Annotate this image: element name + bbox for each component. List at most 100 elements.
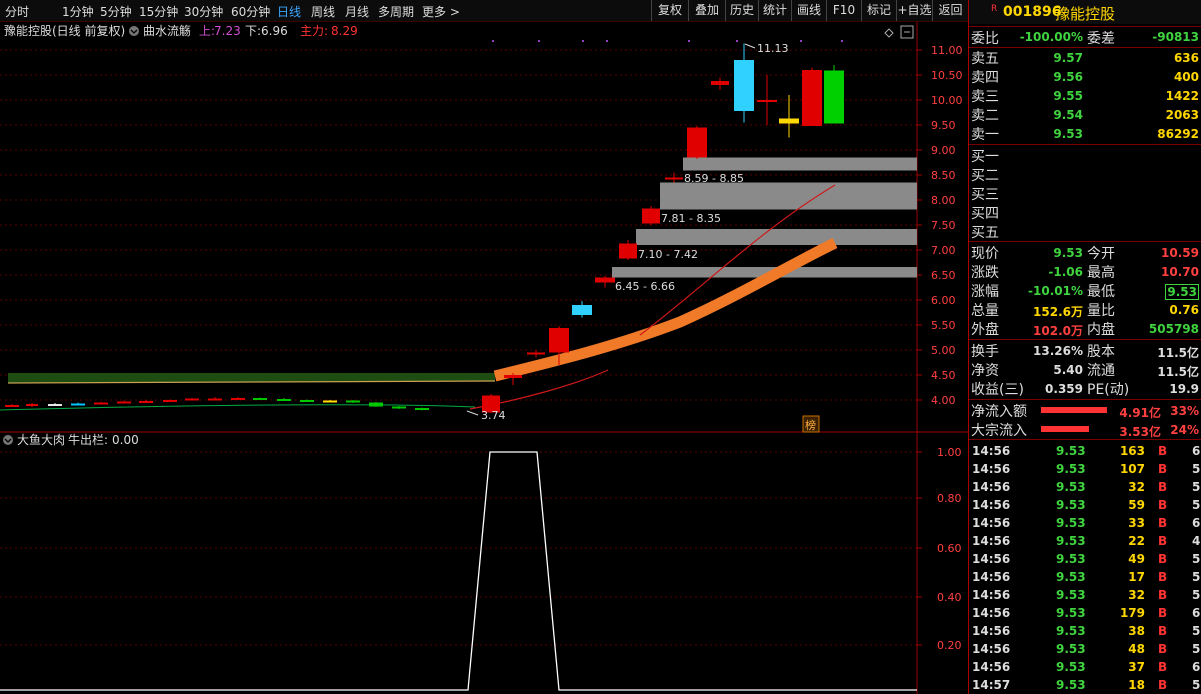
- tick-row[interactable]: 14:56 9.53 49 B 5: [969, 550, 1201, 568]
- orange-trend-band: [493, 238, 838, 382]
- price-tick-label: 9.00: [931, 144, 956, 157]
- indicator-name[interactable]: 曲水流觞: [143, 24, 191, 38]
- tick-row[interactable]: 14:56 9.53 32 B 5: [969, 586, 1201, 604]
- tick-row[interactable]: 14:56 9.53 32 B 5: [969, 478, 1201, 496]
- stat2-label: 换手: [971, 344, 999, 360]
- candles: [5, 43, 844, 413]
- history-button[interactable]: 历史: [725, 0, 758, 21]
- tick-row[interactable]: 14:57 9.53 18 B 5: [969, 676, 1201, 694]
- candle-body: [117, 401, 131, 404]
- fuquan-button[interactable]: 复权: [651, 0, 688, 21]
- ask-volume: 1422: [1165, 89, 1199, 103]
- tick-volume: 22: [1128, 534, 1145, 548]
- period-tab-30min[interactable]: 30分钟: [184, 3, 223, 20]
- price-tick-label: 10.00: [931, 94, 963, 107]
- tick-count: 5: [1192, 570, 1201, 584]
- tick-count: 5: [1192, 678, 1201, 692]
- up-value: 7.23: [214, 24, 241, 38]
- tick-count: 5: [1192, 642, 1201, 656]
- back-button[interactable]: 返回: [932, 0, 968, 21]
- indicator-dropdown-icon[interactable]: [129, 26, 139, 36]
- period-tab-15min[interactable]: 15分钟: [139, 3, 178, 20]
- zone-label: 8.59 - 8.85: [684, 172, 744, 185]
- draw-button[interactable]: 画线: [791, 0, 826, 21]
- flow-label: 净流入额: [971, 404, 1027, 420]
- tick-row[interactable]: 14:56 9.53 22 B 4: [969, 532, 1201, 550]
- tick-price: 9.53: [1056, 534, 1086, 548]
- stat2-value: 11.5亿: [1157, 365, 1199, 379]
- stat-value: 10.59: [1161, 246, 1199, 260]
- tick-time: 14:56: [972, 570, 1011, 584]
- candle-body: [802, 70, 822, 126]
- candle-body: [549, 328, 569, 353]
- tick-row[interactable]: 14:56 9.53 37 B 6: [969, 658, 1201, 676]
- candle-body: [415, 408, 429, 410]
- ask-label: 卖四: [971, 70, 999, 86]
- tick-row[interactable]: 14:56 9.53 33 B 6: [969, 514, 1201, 532]
- tick-side: B: [1158, 588, 1168, 602]
- tick-count: 5: [1192, 480, 1201, 494]
- tick-count: 6: [1192, 606, 1201, 620]
- webi-value: -100.00%: [1019, 30, 1083, 44]
- period-tab-fenshi[interactable]: 分时: [5, 3, 29, 20]
- tick-row[interactable]: 14:56 9.53 38 B 5: [969, 622, 1201, 640]
- stat-value: 10.70: [1161, 265, 1199, 279]
- period-tab-monthly[interactable]: 月线: [345, 3, 369, 20]
- sub-indicator-dropdown-icon[interactable]: [3, 435, 13, 445]
- mark-button[interactable]: 标记: [861, 0, 896, 21]
- resistance-zone: [660, 182, 917, 210]
- tick-price: 9.53: [1056, 660, 1086, 674]
- period-tab-multi[interactable]: 多周期: [378, 3, 414, 20]
- tick-side: B: [1158, 570, 1168, 584]
- price-tick-label: 8.50: [931, 169, 956, 182]
- overlay-button[interactable]: 叠加: [688, 0, 725, 21]
- stats-button[interactable]: 统计: [758, 0, 791, 21]
- candle-body: [253, 398, 267, 400]
- period-tab-60min[interactable]: 60分钟: [231, 3, 270, 20]
- zone-label: 7.10 - 7.42: [638, 248, 698, 261]
- tick-row[interactable]: 14:56 9.53 48 B 5: [969, 640, 1201, 658]
- tick-row[interactable]: 14:56 9.53 59 B 5: [969, 496, 1201, 514]
- period-tab-more[interactable]: 更多 >: [422, 3, 460, 20]
- period-tab-5min[interactable]: 5分钟: [100, 3, 132, 20]
- tick-row[interactable]: 14:56 9.53 179 B 6: [969, 604, 1201, 622]
- flow-pct: 33%: [1170, 404, 1199, 418]
- ask-volume: 400: [1173, 70, 1199, 84]
- kline-chart[interactable]: 11.13 3.74 8.59 - 8.85 7.81 - 8.35 7.10 - 7.…: [0, 22, 968, 694]
- resistance-zone: [683, 157, 917, 171]
- diamond-icon[interactable]: [884, 28, 894, 38]
- tick-time: 14:56: [972, 552, 1011, 566]
- tick-count: 5: [1192, 498, 1201, 512]
- add-watchlist-button[interactable]: +自选: [896, 0, 932, 21]
- stock-name: 豫能控股: [1055, 5, 1116, 23]
- tick-row[interactable]: 14:56 9.53 107 B 5: [969, 460, 1201, 478]
- tick-price: 9.53: [1056, 552, 1086, 566]
- candle-body: [323, 400, 337, 403]
- zone-label: 6.45 - 6.66: [615, 280, 675, 293]
- tick-time: 14:56: [972, 498, 1011, 512]
- low-arrow: [466, 410, 479, 416]
- sub-indicator-name[interactable]: 大鱼大肉: [17, 433, 65, 447]
- tick-side: B: [1158, 516, 1168, 530]
- tick-row[interactable]: 14:56 9.53 17 B 5: [969, 568, 1201, 586]
- f10-button[interactable]: F10: [826, 0, 861, 21]
- price-axis: 11.00 10.50 10.00 9.50 9.00 8.50 8.00 7.50 7.00 6…: [917, 44, 963, 407]
- flow-bar: [1041, 426, 1089, 432]
- stat-label: 总量: [971, 303, 999, 319]
- candle-body: [504, 375, 522, 378]
- period-tab-daily[interactable]: 日线: [277, 3, 301, 20]
- quote-header: R 001896 豫能控股: [969, 0, 1201, 24]
- tick-count: 5: [1192, 588, 1201, 602]
- price-tick-label: 5.00: [931, 344, 956, 357]
- candle-body: [300, 400, 314, 402]
- sub-field-label: 牛出栏:: [68, 432, 108, 447]
- stat-value: 102.0万: [1033, 324, 1083, 338]
- period-tab-weekly[interactable]: 周线: [311, 3, 335, 20]
- period-tab-1min[interactable]: 1分钟: [62, 3, 94, 20]
- tick-volume: 18: [1128, 678, 1145, 692]
- tick-row[interactable]: 14:56 9.53 163 B 6: [969, 442, 1201, 460]
- high-price-label: 11.13: [757, 42, 789, 55]
- price-tick-label: 6.00: [931, 294, 956, 307]
- tick-price: 9.53: [1056, 462, 1086, 476]
- sub-indicator-line: [0, 451, 917, 691]
